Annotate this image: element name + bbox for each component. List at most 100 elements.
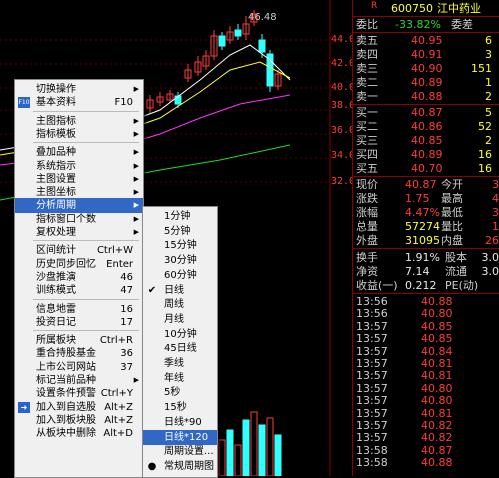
tick-row: 13:5640.80	[353, 308, 499, 320]
quote-panel: R 600750 江中药业 委比 -33.82% 委差 卖五40.956卖四40…	[352, 0, 499, 476]
order-volume: 151	[471, 62, 492, 75]
volume-bar	[267, 418, 273, 476]
period-item[interactable]: 1分钟	[143, 209, 217, 224]
peak-price-label: 46.48	[248, 12, 277, 23]
menu-item-label: 基本资料	[36, 95, 76, 110]
order-price: 40.89	[411, 76, 443, 89]
stat-label: 换手	[356, 251, 378, 264]
period-item-label: 10分钟	[164, 327, 197, 342]
period-item-label: 15秒	[164, 400, 187, 415]
period-item-label: 45日线	[164, 341, 197, 356]
order-volume: 5	[485, 106, 492, 119]
menu-item[interactable]: 指标模板▶	[15, 127, 143, 142]
stat-value: 1	[492, 220, 499, 233]
order-volume: 1	[485, 76, 492, 89]
order-volume: 2	[485, 90, 492, 103]
volume-bar	[235, 445, 241, 476]
period-item[interactable]: 周线	[143, 297, 217, 312]
stat-label: 外盘	[356, 234, 378, 247]
period-item[interactable]: 5分钟	[143, 224, 217, 239]
stat-value: 3.0	[482, 251, 499, 264]
order-volume: 16	[478, 162, 492, 175]
period-item[interactable]: 30分钟	[143, 253, 217, 268]
tick-row: 13:5740.85	[353, 321, 499, 333]
tick-time: 13:57	[356, 370, 388, 382]
menu-item[interactable]: F10基本资料F10	[15, 95, 143, 110]
order-price: 40.85	[411, 134, 443, 147]
stat-label: 总量	[356, 220, 378, 233]
stat-row: 外盘31095内盘26	[353, 234, 499, 247]
order-book-row: 买二40.8652	[353, 120, 499, 133]
stat-value: 26	[485, 234, 499, 247]
stat-row: 净资7.14流通3.0	[353, 265, 499, 278]
period-item[interactable]: 周期设置...	[143, 444, 217, 459]
period-submenu[interactable]: 1分钟5分钟15分钟30分钟60分钟✔日线周线月线10分钟45日线季线年线5秒1…	[142, 206, 218, 478]
context-menu[interactable]: 切换操作▶F10基本资料F10主图指标▶指标模板▶叠加品种▶系统指示▶主图设置▶…	[14, 79, 144, 478]
tick-row: 13:5640.88	[353, 296, 499, 308]
stat-label: 量比	[441, 220, 463, 233]
period-item[interactable]: 年线	[143, 371, 217, 386]
menu-separator	[33, 299, 139, 300]
period-item[interactable]: 15分钟	[143, 238, 217, 253]
stat-row: 涨跌1.75最高4	[353, 192, 499, 205]
order-book-row: 买一40.875	[353, 106, 499, 119]
order-label: 买三	[356, 134, 378, 147]
period-item-label: 周线	[164, 297, 184, 312]
order-book-row: 买五40.7016	[353, 162, 499, 175]
period-item-label: 15分钟	[164, 238, 197, 253]
period-item[interactable]: 60分钟	[143, 268, 217, 283]
order-book-row: 买三40.852	[353, 134, 499, 147]
menu-separator	[33, 240, 139, 241]
period-item[interactable]: 日线*90	[143, 415, 217, 430]
stat-label: PE(动)	[445, 279, 478, 292]
weibi-value: -33.82%	[395, 18, 441, 31]
menu-item[interactable]: 训练模式47	[15, 283, 143, 298]
order-price: 40.88	[411, 90, 443, 103]
order-label: 卖三	[356, 62, 378, 75]
tick-row: 13:5740.82	[353, 432, 499, 444]
stat-value: 3	[492, 206, 499, 219]
stat-label: 流通	[445, 265, 467, 278]
candle-body	[259, 40, 265, 52]
period-item-label: 日线*120	[164, 430, 208, 445]
menu-item[interactable]: 从板块中删除Alt+D	[15, 426, 143, 441]
order-label: 卖四	[356, 48, 378, 61]
menu-item[interactable]: 投资日记17	[15, 315, 143, 330]
menu-item[interactable]: 复权处理▶	[15, 225, 143, 240]
weibi-label: 委比	[356, 18, 378, 31]
period-item[interactable]: 日线*120	[143, 430, 217, 445]
menu-item-label: 指标模板	[36, 127, 76, 142]
order-book-row: 卖二40.891	[353, 76, 499, 89]
stat-label: 现价	[356, 178, 378, 191]
volume-bar	[259, 425, 265, 476]
tick-time: 13:57	[356, 432, 388, 444]
order-label: 卖一	[356, 90, 378, 103]
period-item[interactable]: ●常规周期图	[143, 459, 217, 474]
order-book-row: 卖一 40.88 2	[353, 90, 499, 103]
candle-body	[219, 36, 225, 46]
period-item-label: 日线*90	[164, 415, 202, 430]
order-price: 40.89	[411, 148, 443, 161]
order-book-row: 卖三40.90151	[353, 62, 499, 75]
tick-time: 13:56	[356, 296, 388, 308]
period-item[interactable]: 45日线	[143, 341, 217, 356]
volume-bar	[275, 435, 281, 476]
period-item-label: 5分钟	[164, 224, 190, 239]
stat-value: 4.47%	[405, 206, 440, 219]
tick-time: 13:57	[356, 333, 388, 345]
period-item[interactable]: 5秒	[143, 385, 217, 400]
menu-separator	[33, 111, 139, 112]
period-item-label: 周期设置...	[164, 444, 214, 459]
tick-row: 13:5840.88	[353, 457, 499, 469]
period-item[interactable]: 15秒	[143, 400, 217, 415]
period-item[interactable]: 10分钟	[143, 327, 217, 342]
order-price: 40.95	[411, 34, 443, 47]
code-marker: R	[371, 0, 377, 13]
volume-bar	[227, 430, 233, 476]
period-item[interactable]: 月线	[143, 312, 217, 327]
tick-row: 13:5740.80	[353, 395, 499, 407]
menu-separator	[33, 330, 139, 331]
period-item-label: 季线	[164, 356, 184, 371]
period-item[interactable]: ✔日线	[143, 283, 217, 298]
period-item[interactable]: 季线	[143, 356, 217, 371]
